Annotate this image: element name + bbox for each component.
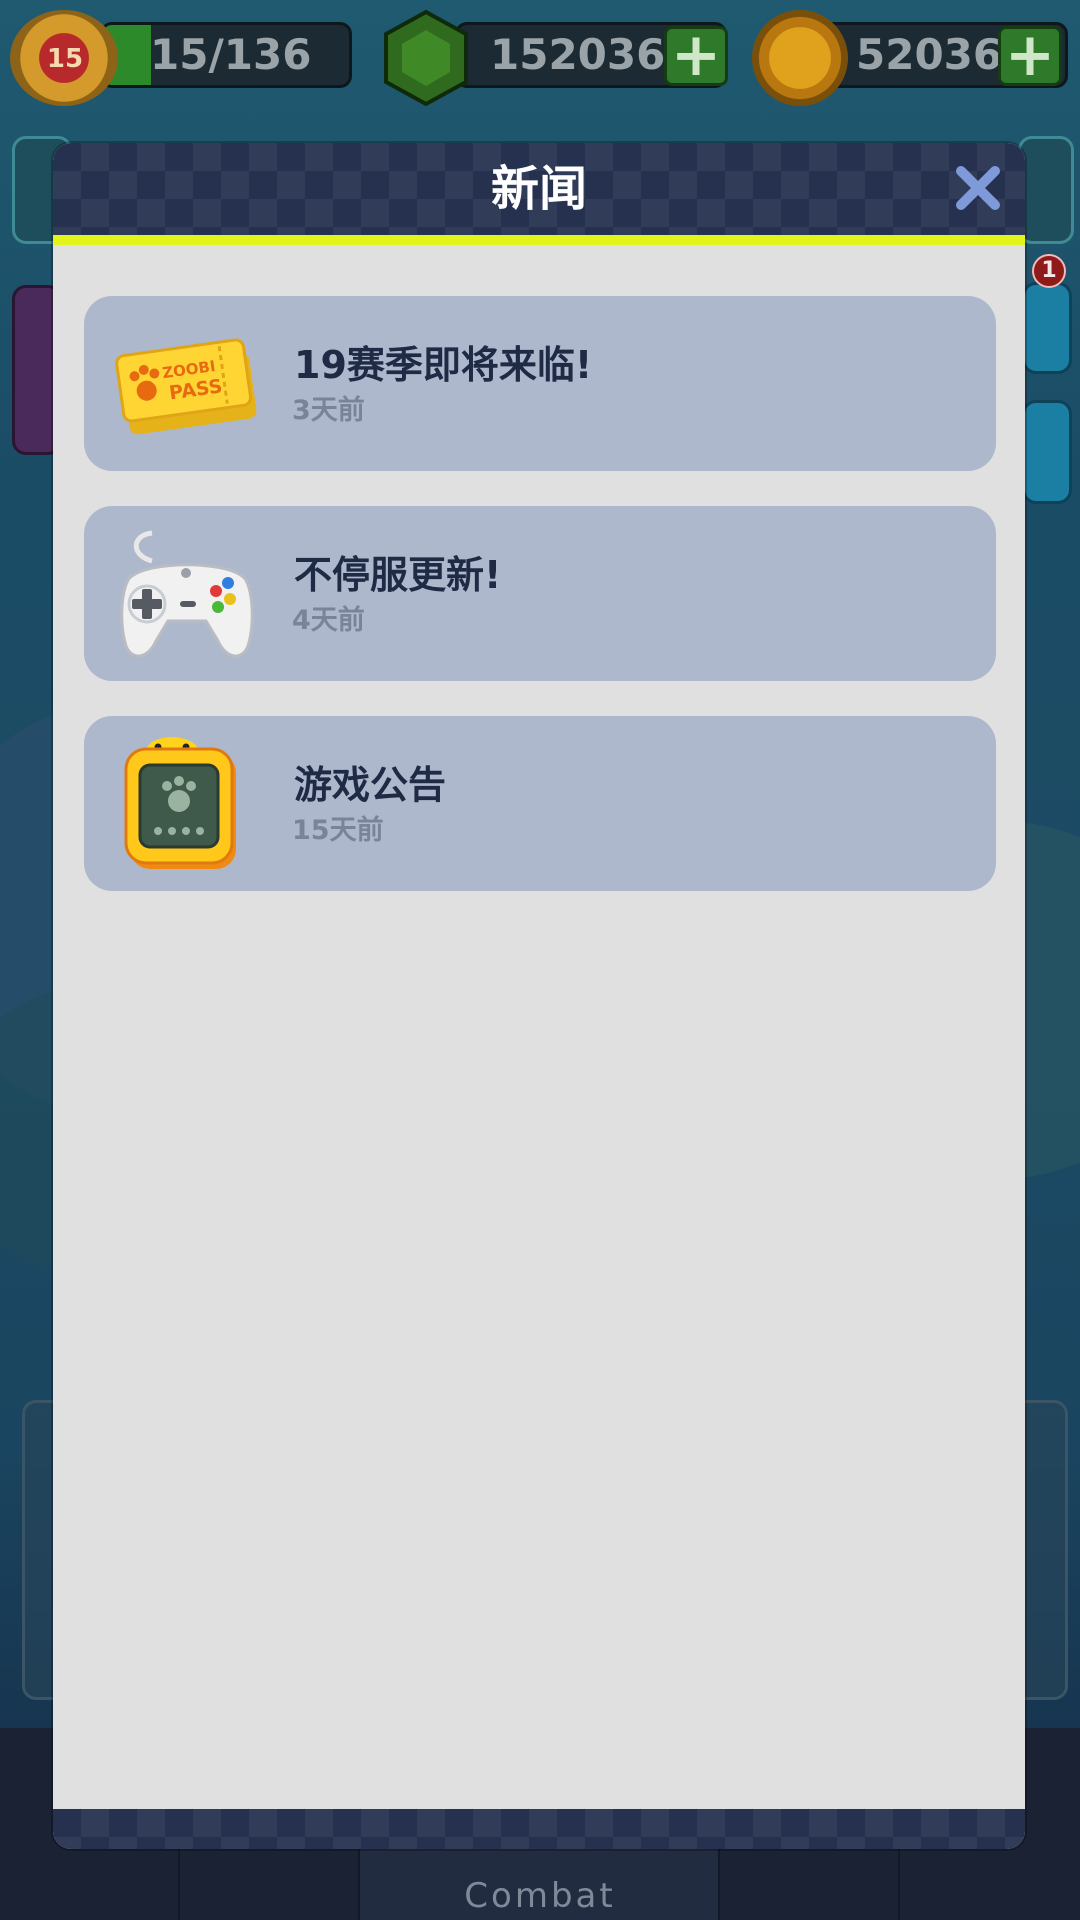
- news-item-title: 不停服更新!: [294, 553, 502, 597]
- news-item-time: 3天前: [292, 395, 365, 426]
- zoobi-pass-ticket-icon: ZOOBI PASS: [115, 338, 257, 435]
- bg-friends-button: [1022, 400, 1072, 504]
- close-button[interactable]: [953, 163, 1003, 213]
- modal-footer: [53, 1809, 1025, 1849]
- energy-value: 15/136: [150, 30, 312, 79]
- news-item-time: 15天前: [292, 815, 384, 846]
- paw-coin-icon: [752, 10, 848, 106]
- bg-menu-button: [1022, 282, 1072, 374]
- nav-tab-combat-label: Combat: [464, 1876, 616, 1916]
- bg-side-panel: [1018, 136, 1074, 244]
- news-list: ZOOBI PASS 19赛季即将来临! 3天前 不停服更新! 4天前 游戏公告…: [84, 296, 996, 926]
- close-icon: [956, 166, 1000, 210]
- notification-badge: 1: [1032, 254, 1066, 288]
- gem-icon: [384, 9, 468, 107]
- level-number: 15: [46, 44, 84, 74]
- news-item-title: 游戏公告: [294, 763, 447, 807]
- news-item-title: 19赛季即将来临!: [294, 343, 593, 387]
- duck-tablet-icon: [124, 737, 236, 869]
- news-modal: 新闻 ZOOBI PASS 19赛季即将来临! 3天前 不停服更新! 4天前 游…: [53, 143, 1025, 1849]
- news-item-time: 4天前: [292, 605, 365, 636]
- add-coins-button[interactable]: +: [998, 25, 1062, 86]
- gamepad-icon: [120, 530, 254, 658]
- modal-title: 新闻: [490, 161, 587, 217]
- news-item[interactable]: 不停服更新! 4天前: [84, 506, 996, 681]
- news-item[interactable]: ZOOBI PASS 19赛季即将来临! 3天前: [84, 296, 996, 471]
- add-gems-button[interactable]: +: [664, 25, 728, 86]
- gems-value: 152036: [490, 30, 666, 79]
- news-item[interactable]: 游戏公告 15天前: [84, 716, 996, 891]
- header-accent-stripe: [53, 235, 1025, 245]
- top-hud: 15 15/136 152036 + 52036 +: [0, 0, 1080, 130]
- coins-value: 52036: [856, 30, 1003, 79]
